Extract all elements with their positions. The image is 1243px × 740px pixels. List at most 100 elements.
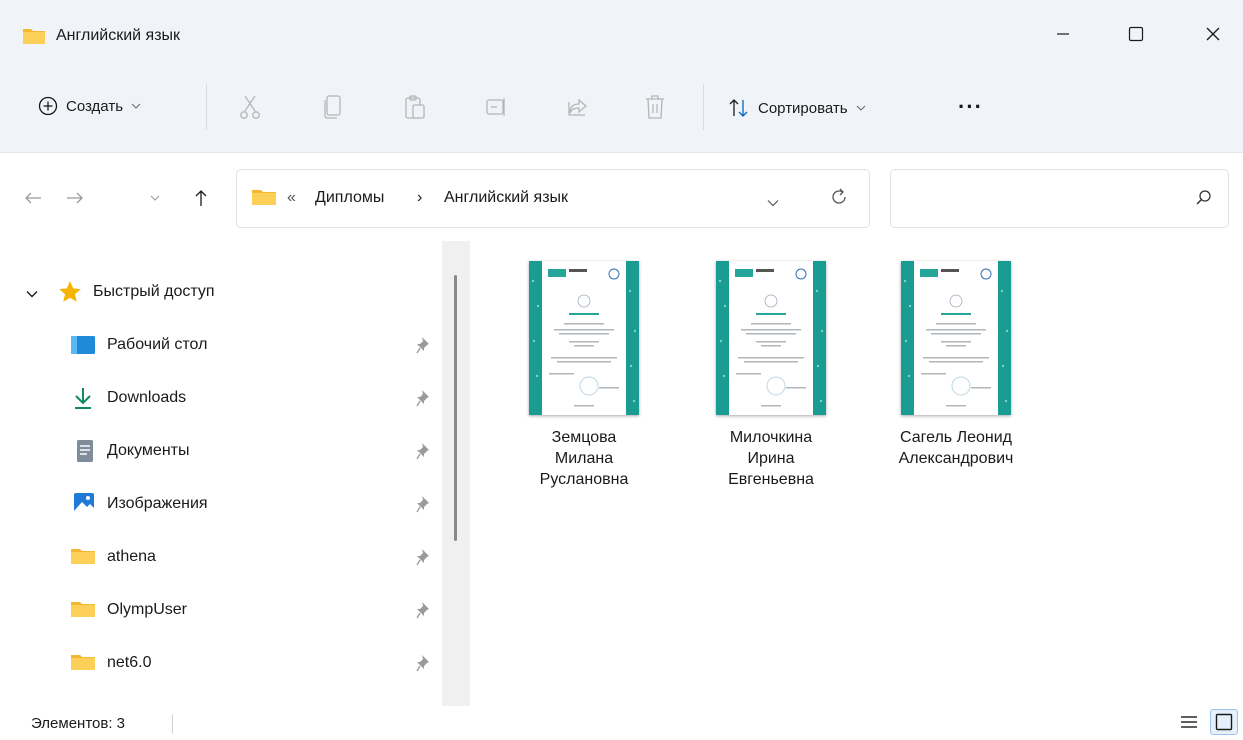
- minimize-icon: [1057, 33, 1069, 35]
- create-label: Создать: [66, 97, 124, 115]
- chevron-down-icon: [131, 103, 141, 109]
- chevron-down-icon: [856, 105, 866, 111]
- item-count: Элементов: 3: [31, 715, 126, 732]
- address-bar[interactable]: « Дипломы › Английский язык: [236, 169, 870, 228]
- sidebar-item-downloads[interactable]: Downloads: [0, 378, 440, 418]
- breadcrumb-separator[interactable]: ›: [417, 189, 422, 207]
- chevron-down-icon: [26, 286, 38, 304]
- download-icon: [73, 386, 93, 415]
- file-name-line: Евгеньевна: [728, 471, 814, 488]
- pin-icon: [416, 601, 432, 624]
- file-name-line: Сагель Леонид: [899, 429, 1012, 446]
- share-icon: [568, 98, 587, 116]
- chevron-down-icon: [767, 200, 779, 207]
- pin-icon: [416, 442, 432, 465]
- pin-icon: [416, 389, 432, 412]
- toolbar-divider: [703, 84, 704, 130]
- command-bar: Создать Сортировать ···: [0, 76, 1243, 153]
- arrow-up-icon: [195, 190, 207, 206]
- breadcrumb-item[interactable]: Дипломы: [315, 189, 384, 207]
- cut-button[interactable]: [230, 91, 270, 123]
- rename-icon: [486, 98, 505, 116]
- folder-icon: [70, 599, 96, 624]
- create-button[interactable]: Создать: [38, 96, 141, 116]
- more-options-button[interactable]: ···: [958, 94, 983, 120]
- desktop-icon: [70, 334, 96, 361]
- pictures-icon: [73, 492, 95, 519]
- sidebar-item-label: net6.0: [107, 654, 152, 671]
- sidebar-item-label: Быстрый доступ: [93, 283, 215, 300]
- window-title: Английский язык: [56, 27, 181, 44]
- more-icon: ···: [958, 94, 983, 119]
- breadcrumb-item[interactable]: Английский язык: [444, 189, 568, 207]
- sidebar-item-athena[interactable]: athena: [0, 537, 440, 577]
- search-input[interactable]: [901, 186, 1175, 212]
- up-button[interactable]: [186, 183, 216, 213]
- back-button[interactable]: [18, 183, 48, 213]
- arrow-right-icon: [67, 192, 83, 204]
- minimize-button[interactable]: [1040, 16, 1086, 52]
- recent-locations-button[interactable]: [140, 183, 170, 213]
- title-bar: Английский язык: [0, 0, 1243, 76]
- arrow-left-icon: [25, 192, 41, 204]
- chevron-down-icon: [150, 195, 160, 201]
- sidebar-item-documents[interactable]: Документы: [0, 431, 440, 471]
- folder-icon: [22, 26, 46, 51]
- pin-icon: [416, 548, 432, 571]
- sidebar-item-label: Документы: [107, 442, 190, 459]
- sidebar-item-label: Downloads: [107, 389, 187, 406]
- folder-icon: [70, 546, 96, 571]
- sidebar-item-label: Изображения: [107, 495, 208, 512]
- search-icon: [1195, 189, 1213, 212]
- pin-icon: [416, 336, 432, 359]
- file-item[interactable]: Сагель Леонид Александрович: [881, 261, 1031, 469]
- sidebar-item-quick-access[interactable]: Быстрый доступ: [0, 272, 440, 312]
- breadcrumb-overflow[interactable]: «: [287, 189, 296, 207]
- delete-button[interactable]: [635, 91, 675, 123]
- sidebar-item-label: athena: [107, 548, 156, 565]
- sidebar-item-pictures[interactable]: Изображения: [0, 484, 440, 524]
- close-icon: [1206, 27, 1220, 41]
- share-button[interactable]: [558, 91, 598, 123]
- maximize-button[interactable]: [1113, 16, 1159, 52]
- paste-button[interactable]: [395, 91, 435, 123]
- sort-icon: [729, 99, 748, 117]
- sort-label: Сортировать: [758, 99, 848, 117]
- sidebar-item-olympuser[interactable]: OlympUser: [0, 590, 440, 630]
- file-item[interactable]: Земцова Милана Руслановна: [509, 261, 659, 490]
- address-dropdown-button[interactable]: [767, 194, 779, 212]
- close-button[interactable]: [1190, 16, 1236, 52]
- forward-button[interactable]: [60, 183, 90, 213]
- status-divider: [172, 714, 173, 734]
- refresh-button[interactable]: [830, 188, 848, 211]
- certificate-thumbnail: [901, 261, 1011, 415]
- file-name-line: Милочкина: [729, 429, 813, 446]
- file-name-line: Милана: [554, 450, 614, 467]
- paste-icon: [405, 95, 425, 119]
- file-name-line: Руслановна: [539, 471, 629, 488]
- toolbar-divider: [206, 84, 207, 130]
- maximize-icon: [1128, 26, 1144, 42]
- sort-button[interactable]: Сортировать: [728, 98, 866, 118]
- thumbnail-view-icon: [1215, 713, 1233, 731]
- copy-button[interactable]: [313, 91, 353, 123]
- search-box[interactable]: [890, 169, 1229, 228]
- sidebar-item-desktop[interactable]: Рабочий стол: [0, 325, 440, 365]
- large-icons-view-button[interactable]: [1210, 709, 1238, 735]
- navigation-pane: Быстрый доступ Рабочий стол Downloads До…: [0, 241, 472, 706]
- sidebar-item-net6[interactable]: net6.0: [0, 643, 440, 683]
- details-view-button[interactable]: [1180, 714, 1198, 735]
- folder-icon: [70, 652, 96, 677]
- sidebar-item-label: Рабочий стол: [107, 336, 208, 353]
- copy-icon: [324, 95, 341, 119]
- navigation-bar: « Дипломы › Английский язык: [0, 153, 1243, 241]
- pin-icon: [416, 495, 432, 518]
- file-name-line: Земцова: [551, 429, 617, 446]
- file-item[interactable]: Милочкина Ирина Евгеньевна: [696, 261, 846, 490]
- status-bar: Элементов: 3: [0, 706, 1243, 740]
- star-icon: [57, 279, 83, 310]
- scissors-icon: [240, 95, 260, 119]
- sidebar-scrollbar-thumb[interactable]: [454, 275, 457, 541]
- rename-button[interactable]: [477, 91, 517, 123]
- certificate-thumbnail: [716, 261, 826, 415]
